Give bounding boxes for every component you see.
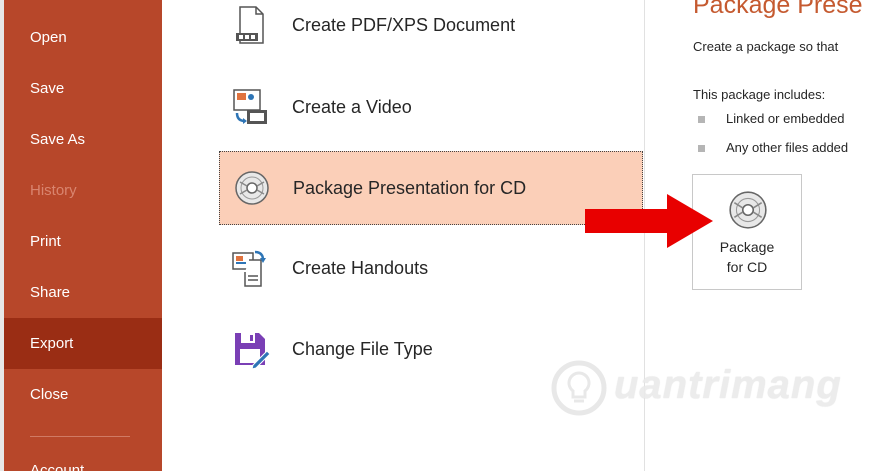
export-option-label: Package Presentation for CD [293, 177, 527, 198]
pdf-document-icon [236, 6, 264, 44]
watermark-text: uantrimang [614, 363, 842, 407]
export-option-package-cd[interactable]: Package Presentation for CD [219, 151, 643, 225]
save-file-type-icon [235, 333, 271, 369]
export-option-video[interactable]: Create a Video [219, 70, 643, 144]
sidebar-item-share[interactable]: Share [4, 267, 162, 318]
sidebar-item-label: Print [30, 233, 61, 250]
sidebar-item-account[interactable]: Account [30, 463, 90, 471]
lightbulb-logo-icon [551, 360, 607, 416]
sidebar-item-history: History [4, 165, 162, 216]
cd-icon [729, 191, 767, 229]
sidebar-item-save[interactable]: Save [4, 63, 162, 114]
sidebar-item-save-as[interactable]: Save As [4, 114, 162, 165]
bullet-marker [698, 116, 705, 123]
sidebar-item-export[interactable]: Export [4, 318, 162, 369]
includes-item: Any other files added [726, 140, 849, 155]
export-option-handouts[interactable]: Create Handouts [219, 231, 643, 305]
watermark: uantrimang [550, 355, 860, 435]
sidebar-item-close[interactable]: Close [4, 369, 162, 420]
details-title: Package Prese [693, 0, 863, 19]
export-option-label: Create PDF/XPS Document [292, 14, 516, 35]
sidebar-item-label: Account [30, 463, 84, 471]
sidebar-item-label: Open [30, 29, 67, 46]
video-icon [233, 89, 267, 124]
sidebar-item-label: Export [30, 335, 74, 352]
sidebar-item-label: Save As [30, 131, 86, 148]
sidebar-item-print[interactable]: Print [4, 216, 162, 267]
cd-icon [235, 171, 269, 205]
export-option-label: Create Handouts [292, 257, 429, 278]
sidebar-item-label: Close [30, 386, 69, 403]
export-option-label: Change File Type [292, 338, 433, 359]
handouts-icon [232, 250, 266, 287]
backstage-sidebar: Open Save Save As History Print Share Ex… [4, 0, 162, 471]
details-description: Create a package so that [693, 39, 839, 54]
annotation-arrow-icon [585, 194, 713, 248]
export-option-label: Create a Video [292, 96, 412, 117]
sidebar-item-label: Share [30, 284, 71, 301]
button-label-line: for CD [726, 259, 768, 275]
sidebar-divider [30, 436, 130, 437]
sidebar-item-open[interactable]: Open [4, 12, 162, 63]
includes-item: Linked or embedded [726, 111, 845, 126]
sidebar-item-label: History [30, 182, 77, 199]
bullet-marker [698, 145, 705, 152]
includes-heading: This package includes: [693, 87, 826, 102]
sidebar-item-label: Save [30, 80, 65, 97]
export-option-pdf-xps[interactable]: Create PDF/XPS Document [219, 0, 643, 62]
